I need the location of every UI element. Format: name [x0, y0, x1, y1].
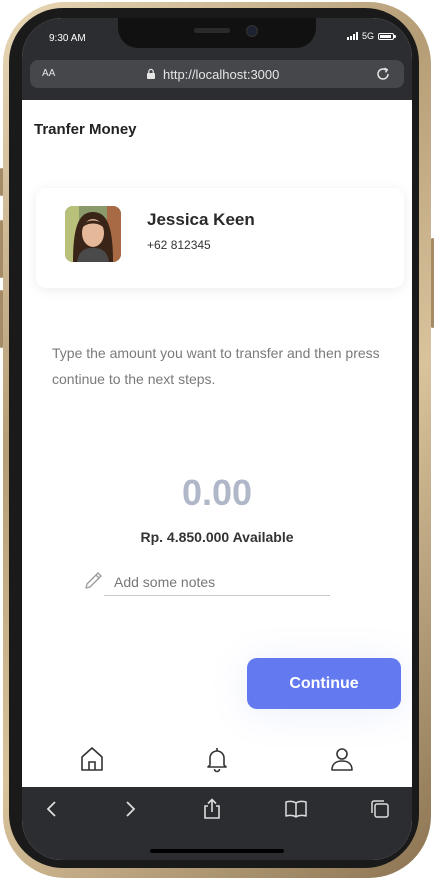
bell-icon[interactable] [202, 744, 232, 774]
user-icon[interactable] [327, 744, 357, 774]
avatar-photo [65, 206, 121, 262]
speaker-grille [194, 28, 230, 33]
volume-up-button [0, 220, 3, 278]
volume-down-button [0, 290, 3, 348]
page-title: Tranfer Money [34, 121, 137, 138]
pencil-icon [85, 572, 102, 589]
bottom-nav [22, 738, 412, 788]
continue-button[interactable]: Continue [247, 658, 401, 709]
recipient-card: Jessica Keen +62 812345 [36, 188, 404, 288]
available-balance: Rp. 4.850.000 Available [140, 529, 294, 545]
network-label: 5G [361, 31, 374, 41]
reload-icon[interactable] [374, 65, 392, 83]
home-indicator[interactable] [150, 849, 284, 853]
url-text[interactable]: http://localhost:3000 [163, 67, 279, 82]
recipient-name: Jessica Keen [147, 210, 255, 229]
address-bar[interactable]: AA http://localhost:3000 [30, 60, 404, 88]
signal-icon [346, 32, 358, 40]
tabs-icon[interactable] [368, 797, 392, 821]
status-time: 9:30 AM [49, 33, 86, 44]
browser-chrome: 9:30 AM 5G AA http://localhost:3000 [22, 18, 412, 100]
home-icon[interactable] [77, 744, 107, 774]
notes-input[interactable] [104, 568, 330, 596]
lock-icon [147, 68, 155, 79]
mute-switch [0, 168, 3, 196]
status-indicators: 5G [346, 31, 396, 41]
back-icon[interactable] [40, 797, 64, 821]
battery-icon [378, 32, 396, 40]
instruction-text: Type the amount you want to transfer and… [52, 345, 380, 387]
amount-display[interactable]: 0.00 [22, 472, 412, 514]
recipient-phone: +62 812345 [147, 238, 211, 252]
forward-icon[interactable] [118, 797, 142, 821]
text-size-button[interactable]: AA [42, 68, 55, 79]
safari-toolbar [22, 787, 412, 860]
notch [118, 18, 316, 48]
phone-screen: 9:30 AM 5G AA http://localhost:3000 Tran… [22, 18, 412, 860]
notes-field [82, 568, 332, 598]
camera-icon [246, 25, 258, 37]
bookmarks-icon[interactable] [284, 797, 308, 821]
avatar [65, 206, 121, 262]
share-icon[interactable] [200, 797, 224, 821]
